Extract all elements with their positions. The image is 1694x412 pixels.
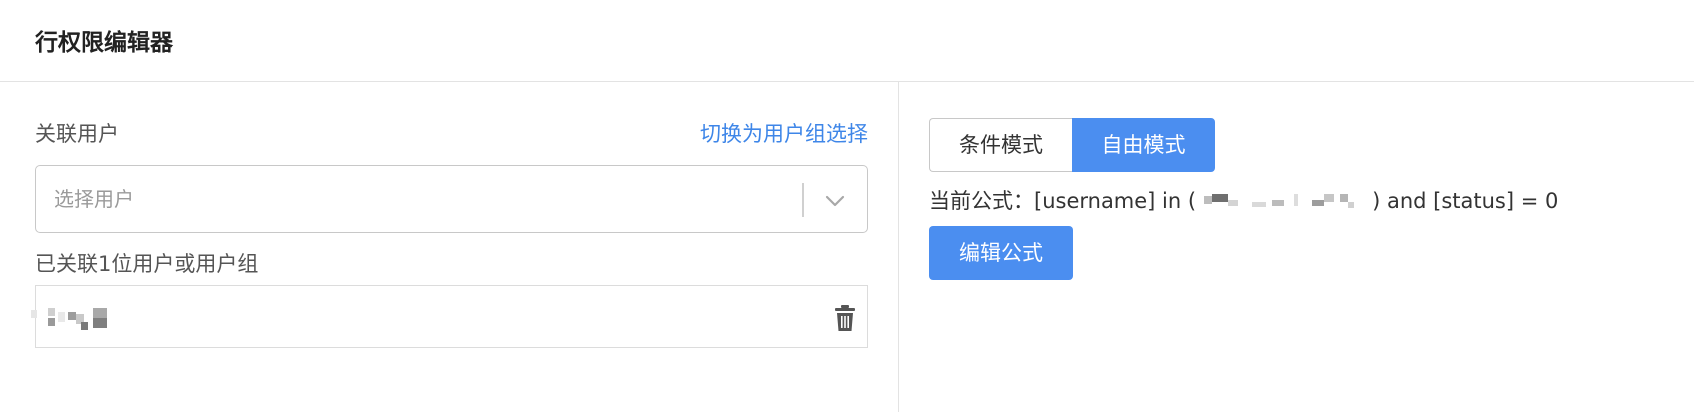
formula-part-before: [username] in (: [1034, 189, 1197, 213]
blurred-formula-values: [1204, 194, 1355, 208]
current-formula: 当前公式： [username] in ( ) and [status] = 0: [929, 186, 1558, 216]
panel-divider: [898, 82, 899, 412]
user-select-placeholder: 选择用户: [54, 187, 134, 211]
formula-part-after: ) and [status] = 0: [1372, 189, 1559, 213]
associated-users-label: 关联用户: [35, 122, 119, 146]
formula-label: 当前公式：: [929, 189, 1034, 213]
linked-user-row: [31, 285, 868, 348]
trash-icon[interactable]: [832, 304, 858, 332]
page-title: 行权限编辑器: [35, 30, 173, 56]
edit-formula-button[interactable]: 编辑公式: [929, 226, 1073, 280]
user-select[interactable]: 选择用户: [35, 165, 868, 233]
free-mode-button[interactable]: 自由模式: [1072, 118, 1215, 172]
blurred-user-name: [31, 308, 107, 330]
page-header: 行权限编辑器: [0, 0, 1694, 82]
chevron-down-icon[interactable]: [822, 188, 848, 214]
mode-toggle: 条件模式 自由模式: [929, 118, 1215, 172]
select-separator: [802, 183, 804, 217]
condition-mode-button[interactable]: 条件模式: [929, 118, 1072, 172]
switch-to-user-group-link[interactable]: 切换为用户组选择: [700, 120, 868, 148]
linked-count-label: 已关联1位用户或用户组: [35, 252, 259, 276]
